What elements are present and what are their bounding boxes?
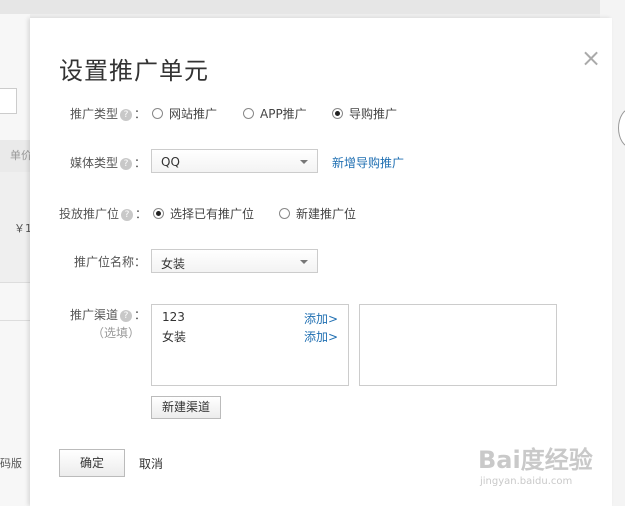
slot-name-value: 女装 <box>161 257 186 271</box>
promotion-unit-dialog: 设置推广单元 × 推广类型?： 网站推广 APP推广 导购推广 媒体类型?： Q… <box>30 18 612 506</box>
radio-label: 选择已有推广位 <box>170 207 255 221</box>
watermark-logo: Bai度经验 <box>478 446 593 474</box>
radio-checked-icon <box>332 108 343 119</box>
radio-app-promo[interactable]: APP推广 <box>243 105 307 122</box>
radio-shopping-guide-promo[interactable]: 导购推广 <box>332 105 397 122</box>
dialog-title: 设置推广单元 <box>59 57 209 85</box>
chevron-down-icon <box>300 260 308 264</box>
help-icon[interactable]: ? <box>120 309 133 322</box>
list-item: 123 添加> <box>162 310 348 328</box>
background-top-bar <box>0 0 600 14</box>
background-divider <box>0 320 30 321</box>
promo-type-label-group: 推广类型?： <box>70 105 146 122</box>
radio-label: 网站推广 <box>169 107 218 121</box>
slot-name-select[interactable]: 女装 <box>151 249 318 273</box>
radio-website-promo[interactable]: 网站推广 <box>152 105 217 122</box>
media-type-select[interactable]: QQ <box>151 149 318 173</box>
radio-select-existing-slot[interactable]: 选择已有推广位 <box>153 205 254 222</box>
radio-circle-icon <box>279 208 290 219</box>
label-colon: ： <box>134 308 147 322</box>
slot-name-label: 推广位名称： <box>74 255 147 269</box>
channel-label-group: 推广渠道?： <box>70 306 146 323</box>
radio-label: 导购推广 <box>349 107 398 121</box>
list-item: 女装 添加> <box>162 328 348 346</box>
chevron-down-icon <box>300 160 308 164</box>
help-icon[interactable]: ? <box>120 157 133 170</box>
background-column-header: 单价 <box>0 140 30 172</box>
radio-checked-icon <box>153 208 164 219</box>
baidu-jingyan-watermark: Bai度经验 jingyan.baidu.com <box>478 440 598 496</box>
media-type-label-group: 媒体类型?： <box>70 154 146 171</box>
channel-name: 女装 <box>162 330 187 344</box>
cancel-link[interactable]: 取消 <box>139 455 163 472</box>
media-type-label: 媒体类型 <box>70 156 119 170</box>
radio-label: APP推广 <box>260 107 307 121</box>
help-icon[interactable]: ? <box>120 108 133 121</box>
channel-name: 123 <box>162 310 185 324</box>
help-icon[interactable]: ? <box>121 208 134 221</box>
radio-circle-icon <box>243 108 254 119</box>
channel-label: 推广渠道 <box>70 308 119 322</box>
radio-new-slot[interactable]: 新建推广位 <box>279 205 356 222</box>
radio-circle-icon <box>152 108 163 119</box>
channel-source-list: 123 添加> 女装 添加> <box>151 304 349 386</box>
placement-label: 投放推广位 <box>59 207 120 221</box>
ok-button[interactable]: 确定 <box>59 449 125 477</box>
close-icon[interactable]: × <box>581 46 601 70</box>
background-input <box>0 88 17 114</box>
new-channel-button[interactable]: 新建渠道 <box>151 396 221 419</box>
background-footer-text: 码版 <box>0 457 22 470</box>
label-colon: ： <box>134 156 147 170</box>
channel-selected-list[interactable] <box>359 304 557 386</box>
channel-optional-hint: （选填） <box>92 326 141 340</box>
add-channel-link[interactable]: 添加> <box>304 310 338 327</box>
media-type-value: QQ <box>161 155 180 169</box>
background-price: ￥1 <box>14 222 30 235</box>
new-shopping-guide-link[interactable]: 新增导购推广 <box>332 154 404 171</box>
watermark-url: jingyan.baidu.com <box>480 476 573 487</box>
add-channel-link[interactable]: 添加> <box>304 328 338 345</box>
promo-type-label: 推广类型 <box>70 107 119 121</box>
radio-label: 新建推广位 <box>296 207 357 221</box>
label-colon: ： <box>135 207 148 221</box>
label-colon: ： <box>134 107 147 121</box>
placement-label-group: 投放推广位?： <box>59 205 147 222</box>
